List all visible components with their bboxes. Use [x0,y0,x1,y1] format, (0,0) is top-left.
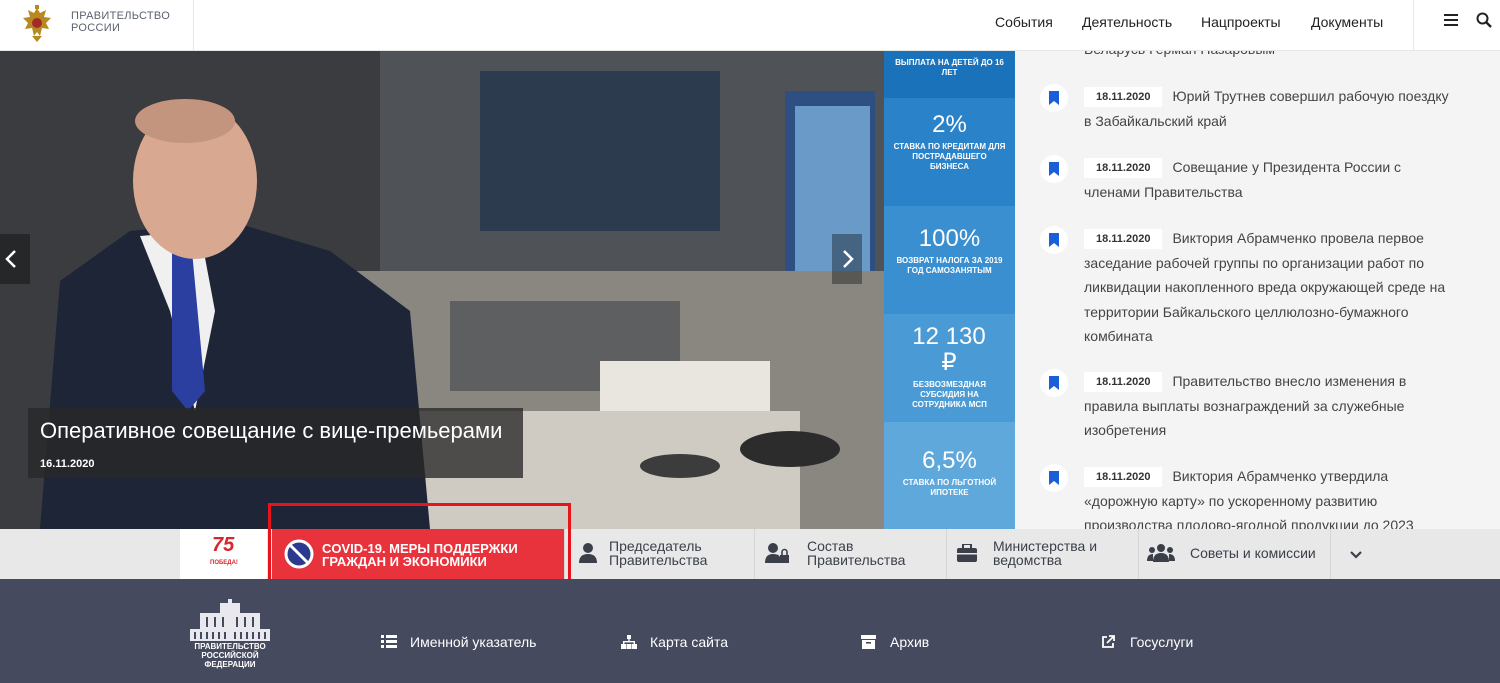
nav-chairman[interactable]: Председатель Правительства [564,529,754,579]
person-lock-icon [765,543,789,563]
nav-members-label: Состав Правительства [807,539,906,568]
nav-events[interactable]: События [995,14,1053,30]
news-bookmark [1040,84,1068,112]
footer-link-archive[interactable]: Архив [890,634,929,650]
nav-more-button[interactable] [1330,529,1380,579]
news-text[interactable]: 18.11.2020 Юрий Трутнев совершил рабочую … [1084,84,1454,133]
nav-ministries[interactable]: Министерства и ведомства [946,529,1138,579]
nav-label-line2: Правительства [609,551,708,568]
chevron-down-icon [1350,551,1362,559]
footer-link-name-index[interactable]: Именной указатель [410,634,536,650]
bookmark-icon [1049,376,1059,390]
nav-councils[interactable]: Советы и комиссии [1138,529,1330,579]
white-house-logo-icon[interactable] [190,599,270,641]
footer-logo-line2: РОССИЙСКОЙ [201,651,259,660]
footer-logo-line1: ПРАВИТЕЛЬСТВО [194,642,266,651]
site-header: ПРАВИТЕЛЬСТВО РОССИИ События Деятельност… [0,0,1500,51]
stat-card[interactable]: 6,5% СТАВКА ПО ЛЬГОТНОЙ ИПОТЕКЕ [884,422,1015,529]
bookmark-icon [1049,471,1059,485]
news-date-badge: 18.11.2020 [1084,229,1163,249]
stat-label: ВОЗВРАТ НАЛОГА ЗА 2019 ГОД САМОЗАНЯТЫМ [896,256,1003,275]
victory-75-logo[interactable]: 75 ПОБЕДА! [180,529,267,579]
nav-chairman-label: Председатель Правительства [609,539,708,568]
sitemap-icon [621,635,637,649]
site-footer: ПРАВИТЕЛЬСТВО РОССИЙСКОЙ ФЕДЕРАЦИИ Именн… [0,579,1500,683]
footer-link-sitemap[interactable]: Карта сайта [650,634,728,650]
stat-label: СТАВКА ПО ЛЬГОТНОЙ ИПОТЕКЕ [902,478,997,497]
nav-documents[interactable]: Документы [1311,14,1383,30]
header-divider [193,0,194,51]
nav-councils-label: Советы и комиссии [1190,545,1316,561]
news-bookmark [1040,369,1068,397]
news-date-badge: 18.11.2020 [1084,372,1163,392]
group-icon [1147,544,1175,562]
hero-title[interactable]: Оперативное совещание с вице-премьерами [40,418,502,444]
bookmark-icon [1049,162,1059,176]
list-icon [381,635,397,648]
news-text[interactable]: 18.11.2020 Виктория Абрамченко провела пе… [1084,226,1454,349]
news-bookmark [1040,226,1068,254]
chevron-left-icon [5,250,16,268]
section-nav-bar: 75 ПОБЕДА! COVID-19. МЕРЫ ПОДДЕРЖКИ ГРАЖ… [0,529,1500,579]
nav-national-projects[interactable]: Нацпроекты [1201,14,1281,30]
stat-card[interactable]: ВЫПЛАТА НА ДЕТЕЙ ДО 16 ЛЕТ [884,51,1015,98]
footer-logo-text[interactable]: ПРАВИТЕЛЬСТВО РОССИЙСКОЙ ФЕДЕРАЦИИ [186,642,274,669]
support-measures-column: ВЫПЛАТА НА ДЕТЕЙ ДО 16 ЛЕТ 2% СТАВКА ПО … [884,51,1015,529]
archive-icon [861,635,876,649]
hero-caption[interactable]: Оперативное совещание с вице-премьерами … [28,408,523,478]
briefcase-icon [957,544,977,562]
hero-prev-button[interactable] [0,234,30,284]
footer-link-gosuslugi[interactable]: Госуслуги [1130,634,1193,650]
nav-label-line2: ведомства [993,551,1062,568]
news-bookmark [1040,155,1068,183]
footer-logo-line3: ФЕДЕРАЦИИ [204,660,256,669]
victory-label: ПОБЕДА! [210,560,238,566]
header-logo-text[interactable]: ПРАВИТЕЛЬСТВО РОССИИ [71,10,170,34]
news-text[interactable]: 18.11.2020 Виктория Абрамченко утвердила … [1084,464,1454,529]
stat-label: СТАВКА ПО КРЕДИТАМ ДЛЯ ПОСТРАДАВШЕГО БИЗ… [893,142,1006,171]
news-date-badge: 18.11.2020 [1084,467,1163,487]
nav-label-line2: Правительства [807,551,906,568]
person-icon [579,543,597,563]
hero-date: 16.11.2020 [40,458,95,470]
logo-line2: РОССИИ [71,22,121,34]
stat-label: ВЫПЛАТА НА ДЕТЕЙ ДО 16 ЛЕТ [895,58,1004,77]
coat-of-arms-icon[interactable] [18,4,56,44]
logo-line1: ПРАВИТЕЛЬСТВО [71,10,171,22]
header-divider-right [1413,0,1414,51]
stat-label: БЕЗВОЗМЕЗДНАЯ СУБСИДИЯ НА СОТРУДНИКА МСП [912,380,987,409]
news-feed: Беларусь Герман Назаровым 18.11.2020Юрий… [1015,51,1500,529]
stat-value: 100% [918,225,981,252]
news-date-badge: 18.11.2020 [1084,158,1163,178]
bookmark-icon [1049,233,1059,247]
news-text[interactable]: 18.11.2020 Совещание у Президента России … [1084,155,1454,204]
stat-card[interactable]: 2% СТАВКА ПО КРЕДИТАМ ДЛЯ ПОСТРАДАВШЕГО … [884,98,1015,206]
chevron-right-icon [843,250,854,268]
hero-next-button[interactable] [832,234,862,284]
hamburger-menu-icon[interactable] [1444,14,1458,26]
stat-card[interactable]: 12 130 ₽ БЕЗВОЗМЕЗДНАЯ СУБСИДИЯ НА СОТРУ… [884,314,1015,422]
news-text[interactable]: 18.11.2020 Правительство внесло изменения… [1084,369,1454,443]
stat-card[interactable]: 100% ВОЗВРАТ НАЛОГА ЗА 2019 ГОД САМОЗАНЯ… [884,206,1015,314]
nav-ministries-label: Министерства и ведомства [993,539,1097,568]
stat-value: 12 130 ₽ [912,323,986,376]
nav-government-members[interactable]: Состав Правительства [754,529,946,579]
external-link-icon [1102,635,1115,648]
news-date-badge: 18.11.2020 [1084,87,1163,107]
stat-value: 6,5% [922,447,977,474]
nav-activity[interactable]: Деятельность [1082,14,1172,30]
victory-number: 75 [212,534,235,556]
bookmark-icon [1049,91,1059,105]
hero-slider[interactable]: Оперативное совещание с вице-премьерами … [0,51,884,529]
news-partial-text[interactable]: Беларусь Герман Назаровым [1084,51,1454,62]
news-bookmark [1040,464,1068,492]
search-icon[interactable] [1476,12,1492,28]
stat-value: 2% [932,111,967,138]
